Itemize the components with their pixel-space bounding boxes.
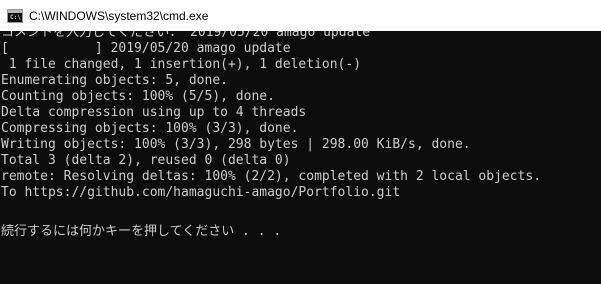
console-line-compressing: Compressing objects: 100% (3/3), done.	[1, 121, 299, 136]
console-line-commit: [ ] 2019/05/20 amago update	[1, 41, 291, 56]
console-output[interactable]: コメントを入力してください："2019/05/20 amago update" …	[0, 31, 601, 284]
cmd-icon-glyph: C:\	[10, 13, 21, 21]
cmd-window: C:\ C:\WINDOWS\system32\cmd.exe コメントを入力し…	[0, 0, 601, 284]
console-line-delta-compression: Delta compression using up to 4 threads	[1, 105, 307, 120]
console-line-prompt: コメントを入力してください："2019/05/20 amago update"	[1, 31, 378, 40]
console-line-changes: 1 file changed, 1 insertion(+), 1 deleti…	[1, 57, 362, 72]
console-line-press-any-key: 続行するには何かキーを押してください . . .	[1, 224, 282, 239]
console-line-writing: Writing objects: 100% (3/3), 298 bytes |…	[1, 137, 471, 152]
cmd-console-icon: C:\	[7, 8, 23, 23]
console-line-counting: Counting objects: 100% (5/5), done.	[1, 89, 275, 104]
console-line-enumerating: Enumerating objects: 5, done.	[1, 73, 228, 88]
console-line-remote-url: To https://github.com/hamaguchi-amago/Po…	[1, 185, 401, 200]
title-bar[interactable]: C:\ C:\WINDOWS\system32\cmd.exe	[0, 0, 601, 31]
window-title: C:\WINDOWS\system32\cmd.exe	[29, 8, 209, 23]
console-line-remote: remote: Resolving deltas: 100% (2/2), co…	[1, 169, 542, 184]
console-line-total: Total 3 (delta 2), reused 0 (delta 0)	[1, 153, 291, 168]
